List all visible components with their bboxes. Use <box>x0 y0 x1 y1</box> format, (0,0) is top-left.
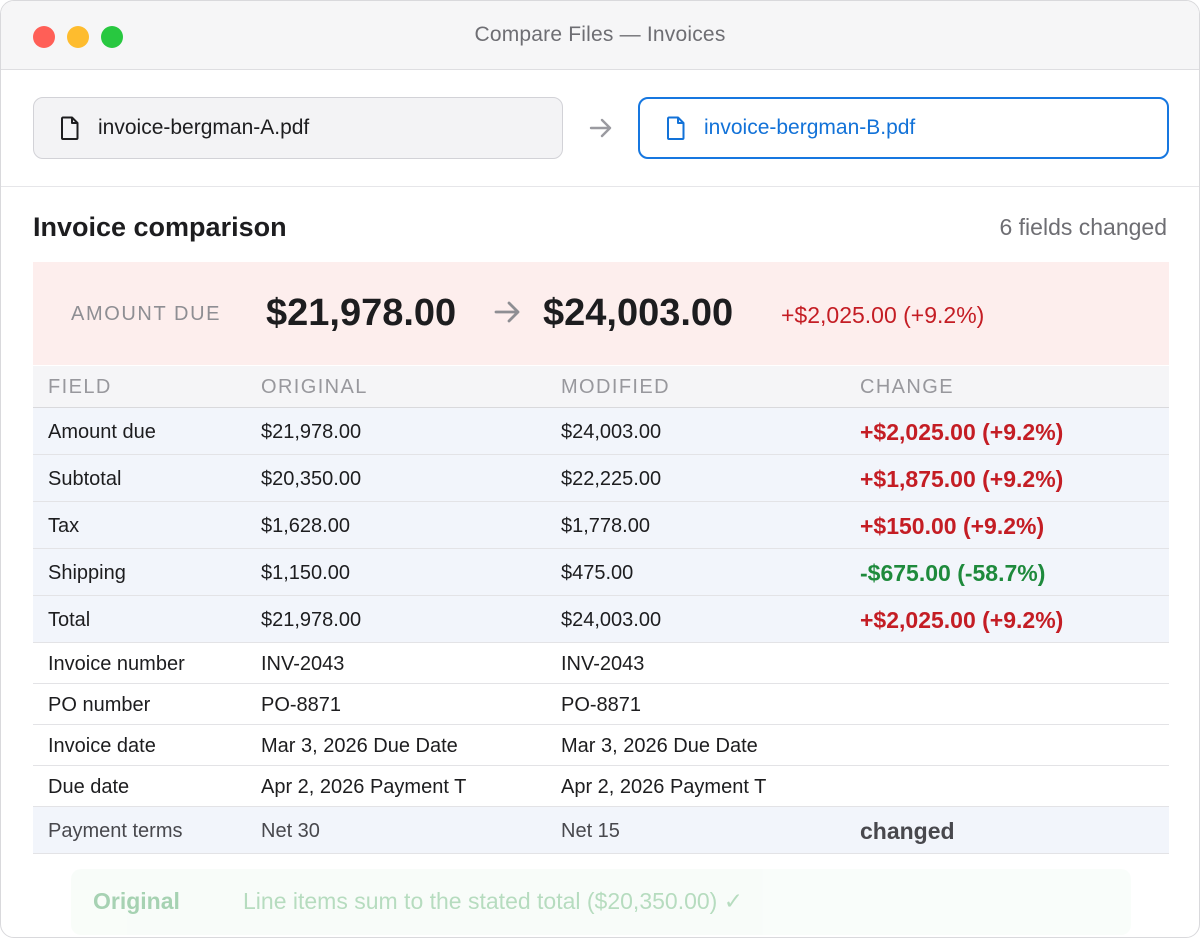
arrow-right-icon <box>588 113 614 143</box>
field-cell: Tax <box>48 515 80 537</box>
original-cell: $21,978.00 <box>261 609 362 631</box>
comparison-table: FIELD ORIGINAL MODIFIED CHANGE Amount du… <box>33 366 1169 854</box>
table-row[interactable]: Total $21,978.00 $24,003.00 +$2,025.00 (… <box>33 596 1169 643</box>
field-cell: Invoice number <box>48 653 185 675</box>
header-field: FIELD <box>48 376 112 398</box>
table-header: FIELD ORIGINAL MODIFIED CHANGE <box>33 366 1169 408</box>
compare-files-window: Compare Files — Invoices invoice-bergman… <box>0 0 1200 938</box>
summary-original-amount: $21,978.00 <box>266 292 457 334</box>
validation-note-text: Line items sum to the stated total ($20,… <box>243 888 743 914</box>
field-cell: Shipping <box>48 562 126 584</box>
file-selector-bar: invoice-bergman-A.pdf invoice-bergman-B.… <box>1 70 1199 187</box>
field-cell: PO number <box>48 694 151 716</box>
header-change: CHANGE <box>860 376 954 398</box>
summary-delta: +$2,025.00 (+9.2%) <box>781 302 985 328</box>
amount-due-summary: AMOUNT DUE $21,978.00 $24,003.00 +$2,025… <box>33 262 1169 365</box>
original-cell: $20,350.00 <box>261 468 362 490</box>
field-cell: Subtotal <box>48 468 122 490</box>
header-original: ORIGINAL <box>261 376 368 398</box>
original-cell: Mar 3, 2026 Due Date <box>261 735 458 757</box>
fields-changed-count: 6 fields changed <box>999 214 1167 240</box>
validation-note-label: Original <box>93 888 180 914</box>
table-row[interactable]: Payment terms Net 30 Net 15 changed <box>33 807 1169 854</box>
change-cell: +$1,875.00 (+9.2%) <box>860 466 1064 492</box>
change-cell: +$2,025.00 (+9.2%) <box>860 419 1064 445</box>
summary-modified-amount: $24,003.00 <box>543 292 734 334</box>
original-cell: INV-2043 <box>261 653 345 675</box>
original-file-selector[interactable]: invoice-bergman-A.pdf <box>33 97 563 159</box>
modified-cell: Apr 2, 2026 Payment T <box>561 776 767 798</box>
changed-tag: changed <box>860 818 955 844</box>
table-row[interactable]: Invoice date Mar 3, 2026 Due Date Mar 3,… <box>33 725 1169 766</box>
modified-file-selector[interactable]: invoice-bergman-B.pdf <box>638 97 1169 159</box>
field-cell: Payment terms <box>48 820 183 842</box>
arrow-right-icon <box>493 295 523 337</box>
title-bar: Compare Files — Invoices <box>1 1 1199 70</box>
table-row[interactable]: Shipping $1,150.00 $475.00 -$675.00 (-58… <box>33 549 1169 596</box>
field-cell: Due date <box>48 776 130 798</box>
table-row[interactable]: Tax $1,628.00 $1,778.00 +$150.00 (+9.2%) <box>33 502 1169 549</box>
change-cell: +$150.00 (+9.2%) <box>860 513 1045 539</box>
original-cell: $1,150.00 <box>261 562 350 584</box>
summary-label: AMOUNT DUE <box>71 303 222 325</box>
original-file-name: invoice-bergman-A.pdf <box>98 116 310 139</box>
table-row[interactable]: Amount due $21,978.00 $24,003.00 +$2,025… <box>33 408 1169 455</box>
table-row[interactable]: Subtotal $20,350.00 $22,225.00 +$1,875.0… <box>33 455 1169 502</box>
modified-cell: $22,225.00 <box>561 468 662 490</box>
original-cell: $21,978.00 <box>261 421 362 443</box>
field-cell: Invoice date <box>48 735 156 757</box>
modified-cell: $24,003.00 <box>561 609 662 631</box>
modified-file-name: invoice-bergman-B.pdf <box>704 116 916 139</box>
change-cell: +$2,025.00 (+9.2%) <box>860 607 1064 633</box>
modified-cell: Net 15 <box>561 820 620 842</box>
table-row[interactable]: Due date Apr 2, 2026 Payment T Apr 2, 20… <box>33 766 1169 807</box>
window-title: Compare Files — Invoices <box>474 23 726 46</box>
modified-cell: PO-8871 <box>561 694 642 716</box>
modified-cell: $1,778.00 <box>561 515 650 537</box>
modified-cell: $475.00 <box>561 562 634 584</box>
modified-cell: $24,003.00 <box>561 421 662 443</box>
field-cell: Amount due <box>48 421 156 443</box>
table-row[interactable]: PO number PO-8871 PO-8871 <box>33 684 1169 725</box>
change-cell: -$675.00 (-58.7%) <box>860 560 1046 586</box>
modified-cell: INV-2043 <box>561 653 645 675</box>
header-modified: MODIFIED <box>561 376 670 398</box>
original-cell: Apr 2, 2026 Payment T <box>261 776 467 798</box>
field-cell: Total <box>48 609 91 631</box>
table-row[interactable]: Invoice number INV-2043 INV-2043 <box>33 643 1169 684</box>
modified-cell: Mar 3, 2026 Due Date <box>561 735 758 757</box>
original-cell: $1,628.00 <box>261 515 350 537</box>
section-title: Invoice comparison <box>33 212 287 242</box>
original-cell: Net 30 <box>261 820 320 842</box>
validation-note: Original Line items sum to the stated to… <box>71 869 1131 935</box>
document-icon <box>60 116 80 140</box>
document-icon <box>666 116 686 140</box>
original-cell: PO-8871 <box>261 694 342 716</box>
